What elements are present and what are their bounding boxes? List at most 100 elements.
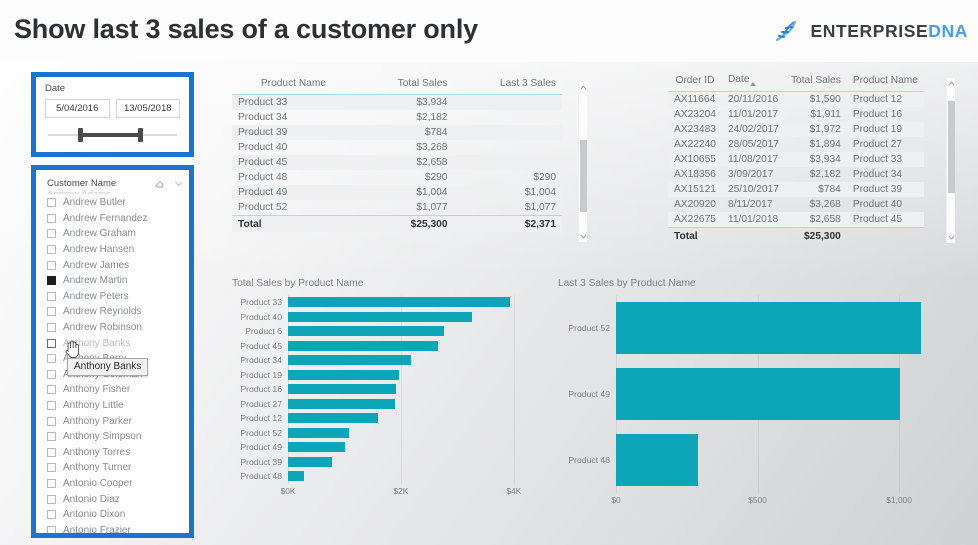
customer-list-item[interactable]: Antonio Cooper xyxy=(36,476,189,492)
table-row[interactable]: AX10655 11/08/2017 $3,934 Product 33 xyxy=(668,152,924,167)
table-row[interactable]: AX15121 25/10/2017 $784 Product 39 xyxy=(668,182,924,197)
customer-list-item[interactable]: Antonio Dixon xyxy=(36,507,189,523)
customer-list-item[interactable]: Anthony Fisher xyxy=(36,382,189,398)
scrollbar-thumb[interactable] xyxy=(948,101,955,194)
chart-bar-row[interactable]: Product 12 xyxy=(232,411,542,426)
chart-bar-row[interactable]: Product 48 xyxy=(232,469,542,484)
customer-checkbox[interactable] xyxy=(47,510,56,520)
table-row[interactable]: Product 48 $290 $290 xyxy=(232,170,562,185)
customer-list-item[interactable]: Anthony Turner xyxy=(36,460,189,476)
chart-bar[interactable] xyxy=(288,297,511,308)
chart-bar-row[interactable]: Product 19 xyxy=(232,368,542,383)
table-row-clipped[interactable]: AX11664 20/11/2016 $1,590 Product 12 xyxy=(668,91,924,107)
table-row[interactable]: Product 52 $1,077 $1,077 xyxy=(232,200,562,216)
slider-handle-end[interactable] xyxy=(138,128,144,142)
chart-bar-row[interactable]: Product 6 xyxy=(232,324,542,339)
customer-checkbox[interactable] xyxy=(47,369,56,379)
customer-list-item[interactable]: Andrew Hansen xyxy=(36,242,189,258)
chart-bar-row[interactable]: Product 52 xyxy=(558,295,950,361)
date-end-input[interactable]: 13/05/2018 xyxy=(115,99,180,118)
chart-bar-row[interactable]: Product 40 xyxy=(232,310,542,325)
table-row[interactable]: Product 39 $784 xyxy=(232,125,562,140)
chart-bar-row[interactable]: Product 27 xyxy=(232,397,542,412)
chart-bar-row[interactable]: Product 49 xyxy=(558,361,950,427)
customer-list-item[interactable]: Andrew Reynolds xyxy=(36,304,189,320)
table-row[interactable]: Product 40 $3,268 xyxy=(232,140,562,155)
customer-checkbox[interactable] xyxy=(47,432,56,442)
chart-bar-row[interactable]: Product 45 xyxy=(232,339,542,354)
product-sales-table[interactable]: Product Name Total Sales Last 3 Sales Prod… xyxy=(232,78,562,232)
customer-checkbox[interactable] xyxy=(47,354,56,364)
customer-checkbox[interactable] xyxy=(47,525,56,533)
table-row[interactable]: AX23204 11/01/2017 $1,911 Product 16 xyxy=(668,107,924,122)
customer-name-slicer[interactable]: Customer Name Andrew Adams Andrew Butler… xyxy=(36,170,189,533)
chevron-down-icon[interactable] xyxy=(174,179,183,188)
table-row[interactable]: Product 49 $1,004 $1,004 xyxy=(232,185,562,200)
chart-bar-row[interactable]: Product 39 xyxy=(232,455,542,470)
table-row[interactable]: Product 33 $3,934 xyxy=(232,94,562,110)
date-start-input[interactable]: 5/04/2016 xyxy=(45,99,110,118)
customer-checkbox[interactable] xyxy=(47,494,56,504)
customer-list-item[interactable]: Andrew Graham xyxy=(36,226,189,242)
clear-filter-eraser-icon[interactable] xyxy=(154,178,165,189)
customer-checkbox[interactable] xyxy=(47,478,56,488)
chart-bar[interactable] xyxy=(288,311,473,322)
scroll-up-arrow-icon[interactable] xyxy=(580,84,587,91)
column-header[interactable]: Total Sales xyxy=(784,74,847,92)
chart-bar[interactable] xyxy=(288,340,439,351)
scroll-down-arrow-icon[interactable] xyxy=(948,234,955,241)
date-slicer[interactable]: Date 5/04/2016 13/05/2018 xyxy=(36,77,189,152)
customer-list-item[interactable]: Anthony Torres xyxy=(36,445,189,461)
customer-checkbox[interactable] xyxy=(47,338,56,348)
customer-checkbox[interactable] xyxy=(47,213,56,223)
chart-bar-row[interactable]: Product 33 xyxy=(232,295,542,310)
customer-list-item[interactable]: Andrew Butler xyxy=(36,195,189,211)
customer-list-item[interactable]: Andrew Martin xyxy=(36,273,189,289)
customer-list-item[interactable]: Anthony Parker xyxy=(36,413,189,429)
chart-bar[interactable] xyxy=(288,326,444,337)
chart-bar-row[interactable]: Product 49 xyxy=(232,440,542,455)
chart-bar[interactable] xyxy=(288,398,395,409)
date-range-slider[interactable] xyxy=(48,127,177,143)
product-sales-table-scrollbar[interactable] xyxy=(578,82,587,242)
customer-checkbox[interactable] xyxy=(47,276,56,286)
table-row[interactable]: AX22675 11/01/2018 $2,658 Product 45 xyxy=(668,212,924,228)
scrollbar-thumb[interactable] xyxy=(580,139,587,212)
customer-checkbox[interactable] xyxy=(47,245,56,255)
customer-checkbox[interactable] xyxy=(47,463,56,473)
customer-list-item[interactable]: Antonio Frazier xyxy=(36,522,189,533)
chart-bar-row[interactable]: Product 48 xyxy=(558,427,950,493)
customer-checkbox[interactable] xyxy=(47,416,56,426)
order-detail-table-scrollbar[interactable] xyxy=(946,78,955,243)
chart-bar[interactable] xyxy=(288,384,396,395)
chart-bar[interactable] xyxy=(288,369,400,380)
customer-list-item[interactable]: Andrew Robinson xyxy=(36,320,189,336)
chart-bar-row[interactable]: Product 34 xyxy=(232,353,542,368)
customer-list-item[interactable]: Anthony Banks xyxy=(36,335,189,351)
customer-list-item[interactable]: Anthony Little xyxy=(36,398,189,414)
chart-bar[interactable] xyxy=(288,355,412,366)
last-3-sales-by-product-chart[interactable]: Last 3 Sales by Product Name Product 52 P… xyxy=(558,278,950,533)
customer-checkbox[interactable] xyxy=(47,385,56,395)
table-row[interactable]: AX20920 8/11/2017 $3,268 Product 40 xyxy=(668,197,924,212)
scroll-up-arrow-icon[interactable] xyxy=(948,80,955,87)
customer-list-item[interactable]: Andrew Peters xyxy=(36,289,189,305)
chart-bar[interactable] xyxy=(616,434,699,486)
column-header[interactable]: Total Sales xyxy=(354,78,454,95)
column-header[interactable]: Date xyxy=(721,74,785,92)
chart-bar[interactable] xyxy=(288,413,378,424)
table-row[interactable]: AX18356 3/09/2017 $2,182 Product 34 xyxy=(668,167,924,182)
customer-checkbox[interactable] xyxy=(47,323,56,333)
scroll-down-arrow-icon[interactable] xyxy=(580,233,587,240)
chart-bar[interactable] xyxy=(288,442,345,453)
column-header[interactable]: Product Name xyxy=(846,74,924,92)
table-row[interactable]: AX23483 24/02/2017 $1,972 Product 19 xyxy=(668,122,924,137)
customer-checkbox[interactable] xyxy=(47,401,56,411)
column-header[interactable]: Order ID xyxy=(668,74,722,92)
table-row[interactable]: Product 34 $2,182 xyxy=(232,110,562,125)
table-row[interactable]: Product 45 $2,658 xyxy=(232,155,562,170)
column-header[interactable]: Last 3 Sales xyxy=(453,78,562,95)
customer-checkbox[interactable] xyxy=(47,447,56,457)
customer-list-item[interactable]: Antonio Diaz xyxy=(36,491,189,507)
chart-bar[interactable] xyxy=(616,368,901,420)
